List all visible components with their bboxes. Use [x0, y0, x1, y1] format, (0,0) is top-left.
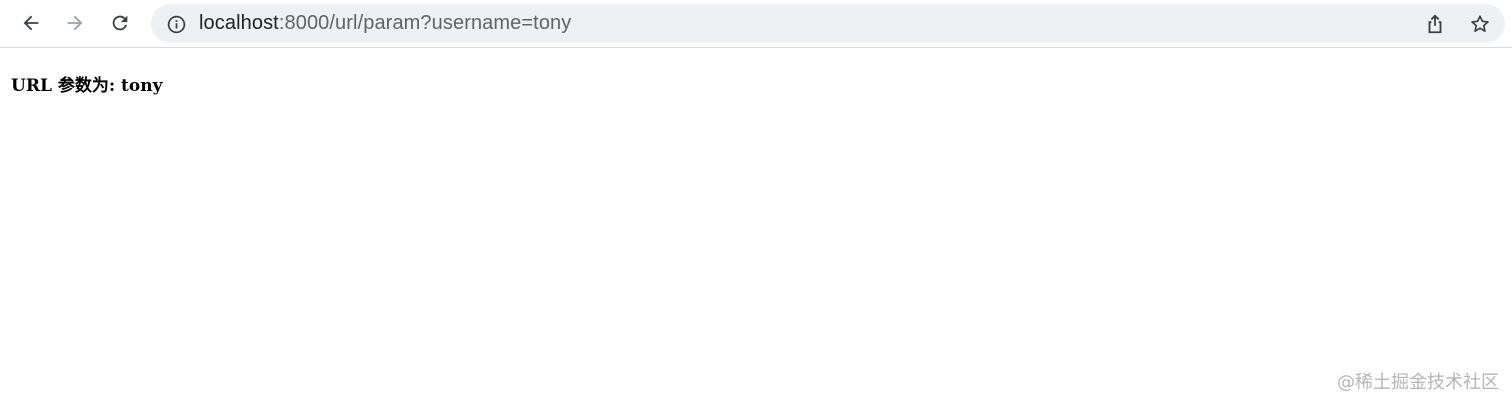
address-url[interactable]: localhost:8000/url/param?username=tony — [199, 4, 571, 43]
page-body-text: URL 参数为: tony — [11, 76, 163, 96]
url-host: localhost — [199, 12, 279, 34]
reload-icon — [112, 15, 128, 31]
watermark: @稀土掘金技术社区 — [1337, 372, 1499, 393]
address-bar[interactable]: localhost:8000/url/param?username=tony — [151, 4, 1505, 43]
share-button[interactable] — [1421, 10, 1449, 38]
reload-button[interactable] — [104, 7, 136, 39]
star-icon — [1471, 15, 1489, 32]
arrow-right-icon — [67, 15, 83, 31]
info-circle-icon — [167, 15, 185, 33]
forward-button[interactable] — [59, 7, 91, 39]
back-button[interactable] — [15, 7, 47, 39]
share-icon — [1428, 14, 1442, 34]
info-icon[interactable] — [165, 13, 187, 35]
url-path: :8000/url/param?username=tony — [278, 12, 572, 34]
browser-toolbar: localhost:8000/url/param?username=tony — [0, 0, 1512, 48]
arrow-left-icon — [23, 15, 39, 31]
bookmark-button[interactable] — [1466, 10, 1494, 38]
